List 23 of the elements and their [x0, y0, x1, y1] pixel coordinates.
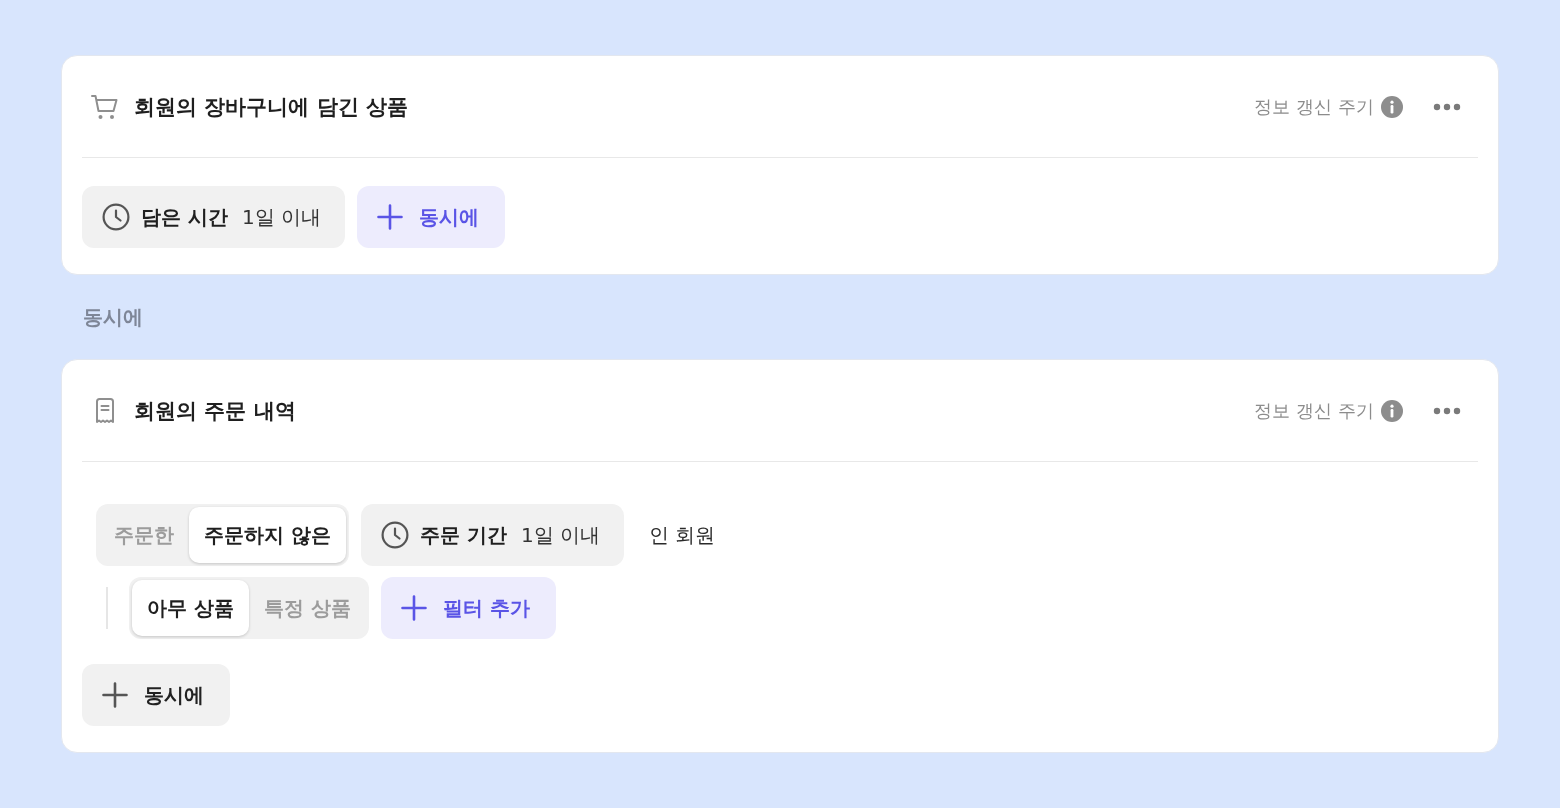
- plus-icon: [377, 204, 404, 230]
- more-icon[interactable]: [1433, 406, 1461, 415]
- cart-icon: [91, 92, 119, 121]
- add-button[interactable]: 동시에: [82, 664, 230, 726]
- refresh-interval-label: 정보 갱신 주기: [1254, 95, 1374, 119]
- condition-chip[interactable]: 주문 기간 1일 이내: [360, 504, 625, 566]
- card-title: 회원의 장바구니에 담긴 상품: [134, 93, 409, 121]
- condition-suffix: 인 회원: [649, 521, 716, 549]
- refresh-interval-label: 정보 갱신 주기: [1254, 399, 1374, 423]
- clock-icon: [102, 203, 130, 231]
- add-button[interactable]: 동시에: [357, 186, 506, 248]
- add-button[interactable]: 필터 추가: [380, 577, 556, 639]
- segment-option[interactable]: 주문하지 않은: [189, 507, 346, 563]
- info-icon[interactable]: [1381, 399, 1403, 422]
- connector-label: 동시에: [83, 305, 143, 329]
- condition-chip[interactable]: 담은 시간 1일 이내: [82, 186, 346, 248]
- plus-icon: [400, 595, 427, 621]
- card-title: 회원의 주문 내역: [134, 397, 296, 425]
- info-icon[interactable]: [1381, 95, 1403, 118]
- clock-icon: [380, 521, 409, 549]
- plus-icon: [102, 682, 128, 708]
- segment-option[interactable]: 아무 상품: [132, 580, 249, 636]
- more-icon[interactable]: [1433, 102, 1461, 111]
